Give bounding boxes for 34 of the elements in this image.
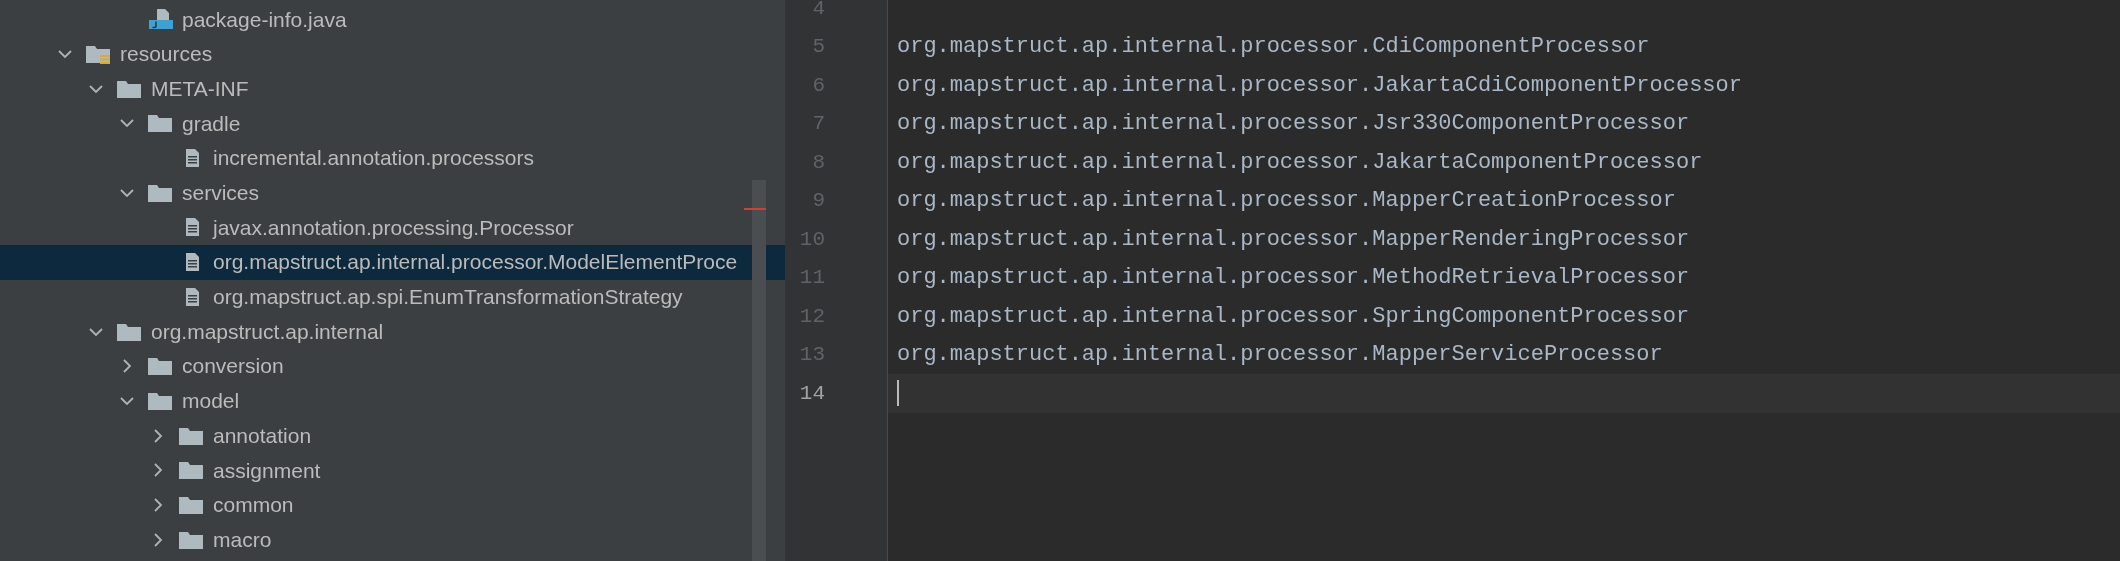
folder-name[interactable]: macro bbox=[213, 523, 272, 556]
code-line: org.mapstruct.ap.internal.processor.MethodRetrievalProcessor bbox=[897, 264, 1690, 293]
resources-folder-icon bbox=[85, 43, 111, 66]
file-name[interactable]: org.mapstruct.ap.spi.EnumTransformationStrategy bbox=[213, 281, 683, 313]
error-stripe-mark bbox=[744, 208, 766, 210]
scrollbar-thumb[interactable] bbox=[752, 180, 766, 561]
file-name[interactable]: org.mapstruct.ap.internal.processor.ModelElementProce bbox=[213, 246, 738, 278]
line-number: 14 bbox=[799, 380, 825, 407]
code-line: org.mapstruct.ap.internal.processor.Jsr330ComponentProcessor bbox=[897, 110, 1690, 139]
code-line: org.mapstruct.ap.internal.processor.MapperServiceProcessor bbox=[897, 341, 1663, 370]
code-line: org.mapstruct.ap.internal.processor.MapperCreationProcessor bbox=[897, 187, 1676, 216]
code-line: org.mapstruct.ap.internal.processor.JakartaComponentProcessor bbox=[897, 148, 1703, 177]
code-line: org.mapstruct.ap.internal.processor.JakartaCdiComponentProcessor bbox=[897, 71, 1742, 100]
file-name[interactable]: incremental.annotation.processors bbox=[213, 142, 534, 174]
folder-name[interactable]: conversion bbox=[182, 350, 284, 382]
folder-name[interactable]: gradle bbox=[182, 107, 241, 140]
java-file-icon bbox=[147, 8, 173, 31]
folder-icon bbox=[147, 112, 173, 135]
folder-name[interactable]: model bbox=[182, 385, 240, 417]
file-name[interactable]: javax.annotation.processing.Processor bbox=[213, 211, 574, 244]
folder-name[interactable]: services bbox=[182, 177, 260, 209]
code-line: org.mapstruct.ap.internal.processor.SpringComponentProcessor bbox=[897, 302, 1690, 331]
folder-icon bbox=[178, 459, 204, 482]
folder-name[interactable]: resources bbox=[120, 38, 213, 70]
folder-name[interactable]: annotation bbox=[213, 419, 312, 452]
code-line: org.mapstruct.ap.internal.processor.CdiComponentProcessor bbox=[897, 33, 1650, 62]
folder-name[interactable]: org.mapstruct.ap.internal bbox=[151, 315, 384, 348]
file-name[interactable]: package-info.java bbox=[182, 3, 347, 36]
folder-icon bbox=[147, 355, 173, 378]
folder-name[interactable]: assignment bbox=[213, 454, 321, 487]
code-line: org.mapstruct.ap.internal.processor.MapperRenderingProcessor bbox=[897, 225, 1690, 254]
folder-name[interactable]: common bbox=[213, 489, 294, 521]
tree-row-highlight[interactable]: org.mapstruct.ap.internal.processor.ModelElementProce bbox=[0, 244, 785, 280]
folder-name[interactable]: META-INF bbox=[151, 72, 249, 105]
